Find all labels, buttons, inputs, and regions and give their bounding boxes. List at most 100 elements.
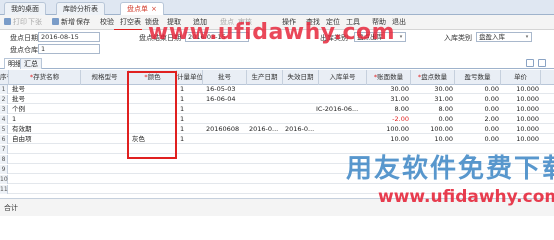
row-number: 9	[0, 165, 8, 174]
cell-batch[interactable]: 16-06-04	[204, 95, 246, 104]
col-header-price[interactable]: 单价	[501, 70, 541, 85]
new-icon	[52, 18, 59, 25]
cell-batch[interactable]: 20160608	[204, 125, 246, 134]
cell-price[interactable]: 10.000	[501, 95, 541, 104]
button-label: 新增	[61, 18, 75, 26]
tab-my-desktop[interactable]: 我的桌面	[4, 2, 46, 15]
cell-book-qty[interactable]: 10.00	[367, 135, 411, 144]
cell-inbill[interactable]: IC-2016-06...	[314, 105, 366, 114]
cell-count-qty[interactable]: 0.00	[411, 115, 455, 124]
settings-icon[interactable]	[538, 59, 546, 67]
col-header-exp-date[interactable]: 失效日期	[283, 70, 319, 85]
in-type-select[interactable]: 盘盈入库 ▾	[476, 32, 532, 42]
cell-diff-qty[interactable]: 0.00	[455, 105, 501, 114]
col-header-spec[interactable]: 规格型号	[81, 70, 129, 85]
cell-book-qty[interactable]: 31.00	[367, 95, 411, 104]
row-number: 5	[0, 125, 8, 134]
cell-price[interactable]: 10.000	[501, 105, 541, 114]
cell-unit[interactable]: 1	[178, 85, 202, 94]
col-header-diff-qty[interactable]: 盈亏数量	[455, 70, 501, 85]
close-icon[interactable]: ×	[151, 5, 157, 13]
header-text: 账面数量	[377, 73, 404, 81]
tab-label: 我的桌面	[11, 5, 39, 13]
date-field[interactable]: 2016-08-15	[38, 32, 100, 42]
row-number: 4	[0, 115, 8, 124]
col-header-mfg-date[interactable]: 生产日期	[247, 70, 283, 85]
new-button[interactable]: 新增	[52, 16, 75, 29]
watermark-url-top: www.ufidawhy.com	[148, 20, 396, 45]
cell-diff-qty[interactable]: 0.00	[455, 125, 501, 134]
row-number: 7	[0, 145, 8, 154]
next-button[interactable]: 下张	[28, 16, 42, 29]
row-number: 1	[0, 85, 8, 94]
print-button[interactable]: 打印	[4, 16, 27, 29]
verify-button[interactable]: 校验	[100, 16, 114, 29]
cell-diff-qty[interactable]: 2.00	[455, 115, 501, 124]
col-header-batch[interactable]: 批号	[203, 70, 247, 85]
col-header-inbill[interactable]: 入库单号	[319, 70, 367, 85]
cell-unit[interactable]: 1	[178, 135, 202, 144]
cell-price[interactable]: 10.000	[501, 125, 541, 134]
table-row[interactable]: 5 有效期 1 20160608 2016-0... 2016-0... 100…	[0, 125, 554, 134]
table-row[interactable]: 3 个例 1 IC-2016-06... 8.00 8.00 0.00 10.0…	[0, 105, 554, 114]
cell-unit[interactable]: 1	[178, 115, 202, 124]
cell-name[interactable]: 个例	[10, 105, 80, 114]
cell-name[interactable]: 批号	[10, 85, 80, 94]
warehouse-field[interactable]: 1	[38, 44, 100, 54]
cell-exp-date[interactable]: 2016-0...	[283, 125, 318, 134]
detail-subtabs: 明细 汇总	[0, 58, 554, 69]
button-label: 保存	[76, 18, 90, 26]
cell-diff-qty[interactable]: 0.00	[455, 85, 501, 94]
cell-diff-qty[interactable]: 0.00	[455, 135, 501, 144]
col-header-unit[interactable]: 计量单位	[177, 70, 203, 85]
copy-icon[interactable]	[526, 59, 534, 67]
col-header-name[interactable]: *存货名称	[9, 70, 81, 85]
field-value: 1	[41, 45, 46, 53]
chevron-down-icon[interactable]: ▾	[398, 34, 404, 40]
col-header-count-qty[interactable]: *盘点数量	[411, 70, 455, 85]
cell-unit[interactable]: 1	[178, 95, 202, 104]
cell-batch[interactable]: 16-05-03	[204, 85, 246, 94]
cell-book-qty[interactable]: 100.00	[367, 125, 411, 134]
cell-book-qty[interactable]: 8.00	[367, 105, 411, 114]
cell-name[interactable]: 有效期	[10, 125, 80, 134]
button-label: 打空表	[120, 18, 141, 26]
tab-inventory-age-analysis[interactable]: 库龄分析表	[56, 2, 105, 15]
date-label: 盘点日期	[10, 34, 38, 42]
row-number: 11	[0, 185, 8, 194]
table-row[interactable]: 4 1 1 -2.00 0.00 2.00 10.000	[0, 115, 554, 124]
row-number: 10	[0, 175, 8, 184]
save-button[interactable]: 保存	[76, 16, 90, 29]
cell-name[interactable]: 1	[10, 115, 80, 124]
col-header-no[interactable]: 序号	[0, 70, 9, 85]
field-value: 盘盈入库	[479, 33, 505, 41]
cell-name[interactable]: 批号	[10, 95, 80, 104]
tab-stocktake-sheet[interactable]: 盘点单 ×	[120, 2, 164, 15]
cell-count-qty[interactable]: 10.00	[411, 135, 455, 144]
row-number: 3	[0, 105, 8, 114]
cell-book-qty[interactable]: -2.00	[367, 115, 411, 124]
cell-count-qty[interactable]: 8.00	[411, 105, 455, 114]
chevron-down-icon[interactable]: ▾	[524, 34, 530, 40]
button-label: 下张	[28, 18, 42, 26]
cell-book-qty[interactable]: 30.00	[367, 85, 411, 94]
cell-mfg-date[interactable]: 2016-0...	[247, 125, 282, 134]
cell-diff-qty[interactable]: 0.00	[455, 95, 501, 104]
cell-unit[interactable]: 1	[178, 105, 202, 114]
tab-summary[interactable]: 汇总	[20, 58, 42, 69]
cell-name[interactable]: 自由项	[10, 135, 80, 144]
print-empty-table-button[interactable]: 打空表	[120, 16, 141, 29]
cell-count-qty[interactable]: 30.00	[411, 85, 455, 94]
cell-unit[interactable]: 1	[178, 125, 202, 134]
col-header-book-qty[interactable]: *账面数量	[367, 70, 411, 85]
printer-icon	[4, 18, 11, 25]
table-row[interactable]: 2 批号 1 16-06-04 31.00 31.00 0.00 10.000	[0, 95, 554, 104]
cell-price[interactable]: 10.000	[501, 115, 541, 124]
table-row[interactable]: 1 批号 1 16-05-03 30.00 30.00 0.00 10.000	[0, 85, 554, 94]
row-number: 2	[0, 95, 8, 104]
cell-price[interactable]: 10.000	[501, 85, 541, 94]
cell-count-qty[interactable]: 31.00	[411, 95, 455, 104]
cell-price[interactable]: 10.000	[501, 135, 541, 144]
table-row[interactable]: 6 自由项 灰色 1 10.00 10.00 0.00 10.000	[0, 135, 554, 144]
cell-count-qty[interactable]: 100.00	[411, 125, 455, 134]
